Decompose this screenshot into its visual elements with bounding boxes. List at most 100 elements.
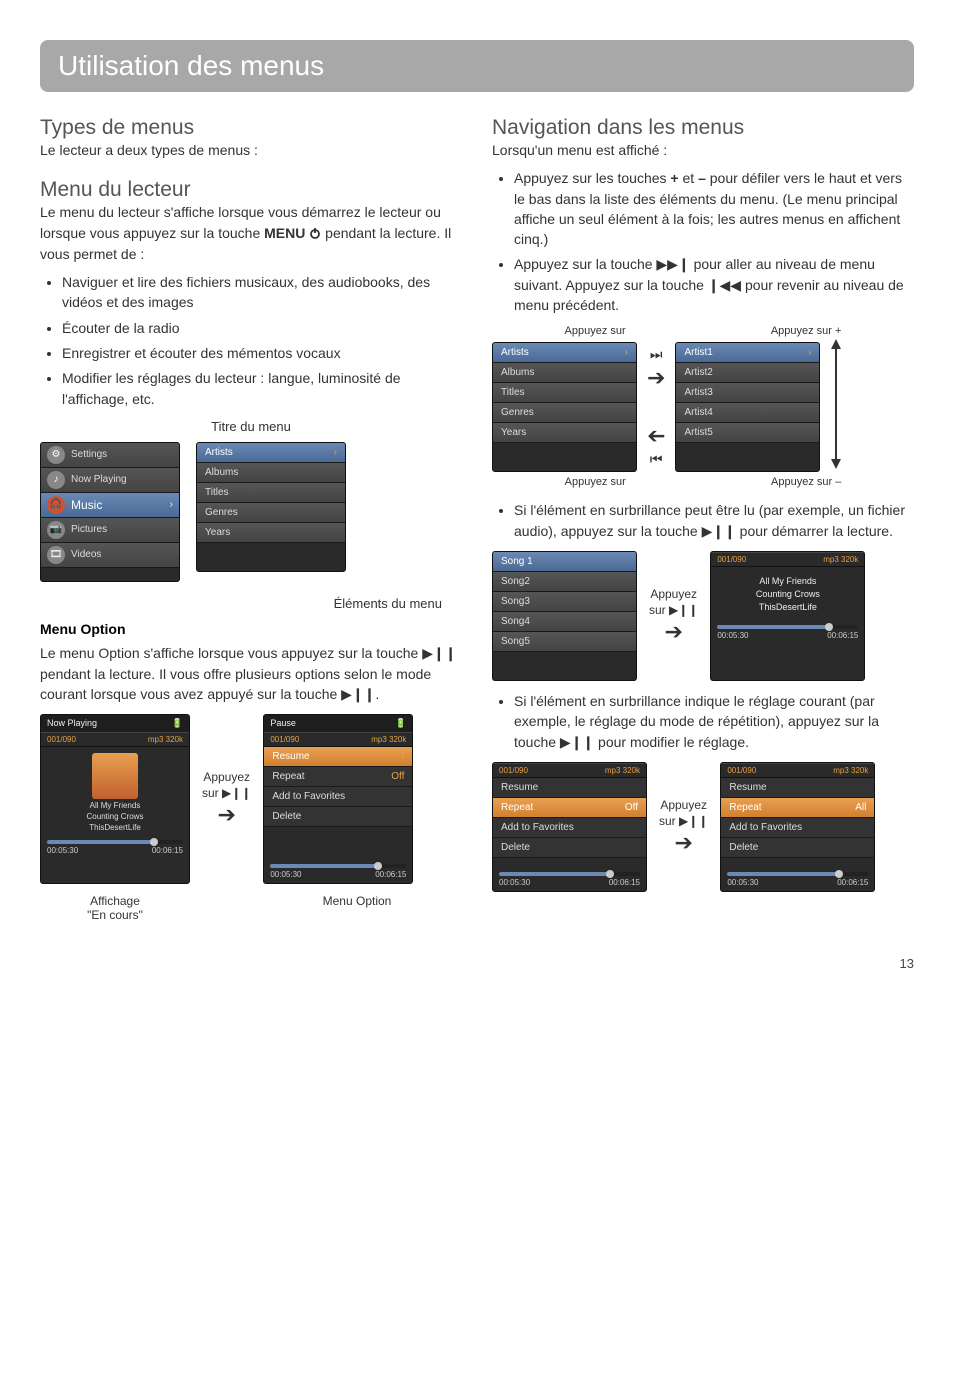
updown-arrow-icon [830,339,842,474]
songs-to-nowplaying-figure: Song 1 Song2 Song3 Song4 Song5 Appuyez s… [492,551,914,681]
list-item: Appuyez sur les touches + et – pour défi… [514,168,914,249]
home-item-videos: 🎞Videos [41,543,179,568]
battery-icon: 🔋 [395,718,406,729]
para-player-menu: Le menu du lecteur s'affiche lorsque vou… [40,202,462,264]
option-resume: Resume [493,778,646,798]
progress-bar [499,872,640,876]
chevron-right-icon: › [334,447,337,458]
player-menu-bullets: Naviguer et lire des fichiers musicaux, … [40,272,462,409]
nowplaying-to-option-figure: Now Playing🔋 001/090mp3 320k All My Frie… [40,714,462,884]
arrow-left-icon: ➔ [647,423,665,449]
label-menu-items: Éléments du menu [40,596,462,611]
home-artists-figure: ⚙Settings ♪Now Playing 🎧Music› 📷Pictures… [40,442,462,582]
para-navigation: Lorsqu'un menu est affiché : [492,140,914,160]
song-row: Song2 [493,572,636,592]
arrow-right-icon: ➔ [217,802,235,828]
screen-songs: Song 1 Song2 Song3 Song4 Song5 [492,551,637,681]
menu-row: Artist2 [676,363,819,383]
menu-row: Titles [197,483,345,503]
progress-bar [270,864,406,868]
page-title-bar: Utilisation des menus [40,40,914,92]
song-row: Song5 [493,632,636,652]
press-playpause-label: Appuyez sur ▶❙❙ ➔ [649,587,698,645]
home-item-pictures: 📷Pictures [41,518,179,543]
home-item-nowplaying: ♪Now Playing [41,468,179,493]
menu-row: Genres [197,503,345,523]
film-icon: 🎞 [47,546,65,564]
note-icon: ♪ [47,471,65,489]
option-addfav: Add to Favorites [721,818,874,838]
list-item: Modifier les réglages du lecteur : langu… [62,368,462,409]
progress-bar [717,625,858,629]
menu-row-artists: Artists› [197,443,345,463]
chevron-right-icon: › [808,347,811,358]
arrow-right-icon: ➔ [674,830,692,856]
menu-row: Artist3 [676,383,819,403]
prev-track-icon: ⏮ [650,451,663,468]
screen-artist-list: Artist1› Artist2 Artist3 Artist4 Artist5 [675,342,820,472]
option-resume: Resume [721,778,874,798]
chevron-right-icon: › [625,347,628,358]
list-item: Si l'élément en surbrillance indique le … [514,691,914,752]
list-item: Naviguer et lire des fichiers musicaux, … [62,272,462,313]
option-repeat: RepeatOff [493,798,646,818]
heading-option-menu: Menu Option [40,619,462,639]
screen-option-menu: Pause🔋 001/090mp3 320k Resume› RepeatOff… [263,714,413,884]
nav-bullets-3: Si l'élément en surbrillance indique le … [492,691,914,752]
album-art [92,753,138,799]
nav-bullets-2: Si l'élément en surbrillance peut être l… [492,500,914,541]
label-press-on: Appuyez sur [565,325,626,337]
label-press-minus: Appuyez sur – [771,476,841,488]
gear-icon: ⚙ [47,446,65,464]
right-column: Navigation dans les menus Lorsqu'un menu… [492,110,914,922]
para-types: Le lecteur a deux types de menus : [40,140,462,160]
repeat-off-to-all-figure: 001/090mp3 320k Resume RepeatOff Add to … [492,762,914,892]
heading-player-menu: Menu du lecteur [40,178,462,202]
nav-bullets: Appuyez sur les touches + et – pour défi… [492,168,914,315]
menu-row: Years [197,523,345,543]
arrow-right-icon: ➔ [664,619,682,645]
heading-navigation: Navigation dans les menus [492,116,914,140]
arrow-right-icon: ➔ [647,365,665,391]
option-delete: Delete [721,838,874,858]
option-delete: Delete [493,838,646,858]
next-track-icon: ⏭ [650,346,663,363]
screen-artists-menu: Artists› Albums Titles Genres Years [196,442,346,572]
menu-row: Years [493,423,636,443]
screen-now-playing-compact: 001/090mp3 320k All My Friends Counting … [710,551,865,681]
label-menu-title: Titre du menu [40,419,462,434]
option-repeat: RepeatAll [721,798,874,818]
screen-artists-left: Artists› Albums Titles Genres Years [492,342,637,472]
song-row: Song3 [493,592,636,612]
press-playpause-label: Appuyez sur ▶❙❙ ➔ [659,798,708,856]
heading-types: Types de menus [40,116,462,140]
camera-icon: 📷 [47,521,65,539]
menu-row: Artists› [493,343,636,363]
headphones-icon: 🎧 [47,496,65,514]
menu-row: Albums [493,363,636,383]
progress-bar [727,872,868,876]
option-addfav: Add to Favorites [264,787,412,807]
page-title: Utilisation des menus [58,50,896,82]
left-column: Types de menus Le lecteur a deux types d… [40,110,462,922]
two-column-layout: Types de menus Le lecteur a deux types d… [40,110,914,922]
menu-row: Titles [493,383,636,403]
press-playpause-label: Appuyez sur ▶❙❙ ➔ [202,770,251,828]
screen-home-menu: ⚙Settings ♪Now Playing 🎧Music› 📷Pictures… [40,442,180,582]
page-number: 13 [40,956,914,971]
para-option-menu: Le menu Option s'affiche lorsque vous ap… [40,643,462,704]
option-delete: Delete [264,807,412,827]
progress-bar [47,840,183,844]
home-item-music: 🎧Music› [41,493,179,518]
chevron-right-icon: › [170,499,173,510]
menu-row: Artist5 [676,423,819,443]
menu-row: Genres [493,403,636,423]
caption-option-menu: Menu Option [282,894,432,922]
option-repeat: RepeatOff [264,767,412,787]
song-row: Song4 [493,612,636,632]
list-item: Enregistrer et écouter des mémentos voca… [62,343,462,363]
option-addfav: Add to Favorites [493,818,646,838]
menu-row: Albums [197,463,345,483]
chevron-right-icon: › [401,751,404,762]
caption-now-playing: Affichage"En cours" [40,894,190,922]
